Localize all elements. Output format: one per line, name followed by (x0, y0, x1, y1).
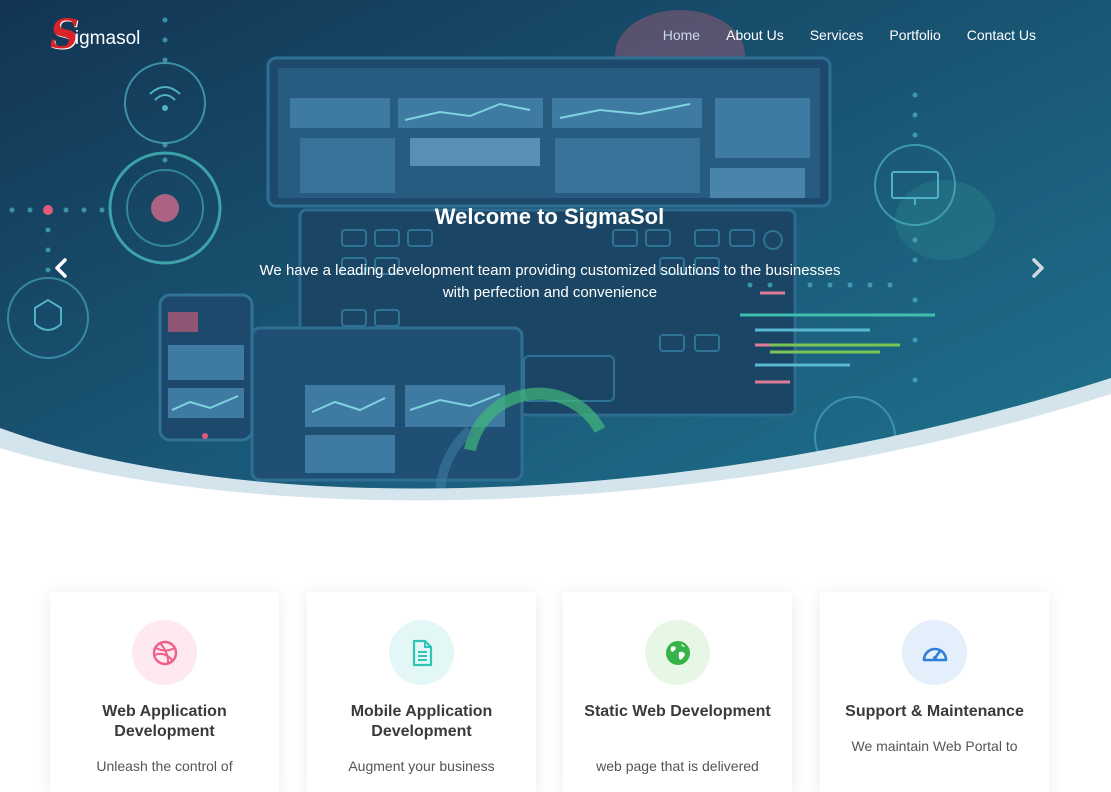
service-title: Web Application Development (102, 703, 227, 740)
speedometer-icon (922, 647, 947, 661)
dribbble-icon (152, 640, 177, 665)
service-card-mobile-app[interactable]: Mobile Application Development Augment y… (307, 592, 536, 792)
service-description: We maintain Web Portal to (851, 738, 1018, 754)
service-card-support[interactable]: Support & Maintenance We maintain Web Po… (820, 592, 1049, 792)
service-title: Support & Maintenance (845, 703, 1024, 720)
hero-title: Welcome to SigmaSol (434, 204, 665, 229)
icon-badge (132, 620, 197, 685)
carousel-next-button[interactable] (1023, 252, 1053, 284)
service-description: web page that is delivered (596, 758, 759, 774)
nav-about[interactable]: About Us (713, 26, 797, 44)
icon-badge (645, 620, 710, 685)
hero-section: S igmasol Home About Us Services Portfol… (0, 0, 1111, 530)
document-icon (412, 639, 432, 666)
service-title: Mobile Application Development (350, 703, 493, 740)
chevron-left-icon (55, 258, 67, 278)
services-section: Web Application Development Unleash the … (50, 592, 1050, 792)
logo-text: igmasol (74, 28, 141, 49)
globe-icon (665, 640, 690, 665)
service-card-web-app[interactable]: Web Application Development Unleash the … (50, 592, 279, 792)
nav-home[interactable]: Home (650, 26, 713, 44)
icon-badge (902, 620, 967, 685)
hero-subtitle: We have a leading development team provi… (259, 262, 841, 301)
carousel-prev-button[interactable] (46, 252, 76, 284)
service-description: Unleash the control of (96, 758, 233, 774)
service-title: Static Web Development (584, 703, 771, 720)
brand-logo[interactable]: S igmasol (50, 12, 141, 55)
nav-contact[interactable]: Contact Us (954, 26, 1049, 44)
icon-badge (389, 620, 454, 685)
service-description: Augment your business (348, 758, 495, 774)
service-card-static-web[interactable]: Static Web Development web page that is … (563, 592, 792, 792)
main-nav: Home About Us Services Portfolio Contact… (650, 26, 1049, 44)
nav-portfolio[interactable]: Portfolio (876, 26, 953, 44)
chevron-right-icon (1032, 258, 1044, 278)
nav-services[interactable]: Services (797, 26, 877, 44)
